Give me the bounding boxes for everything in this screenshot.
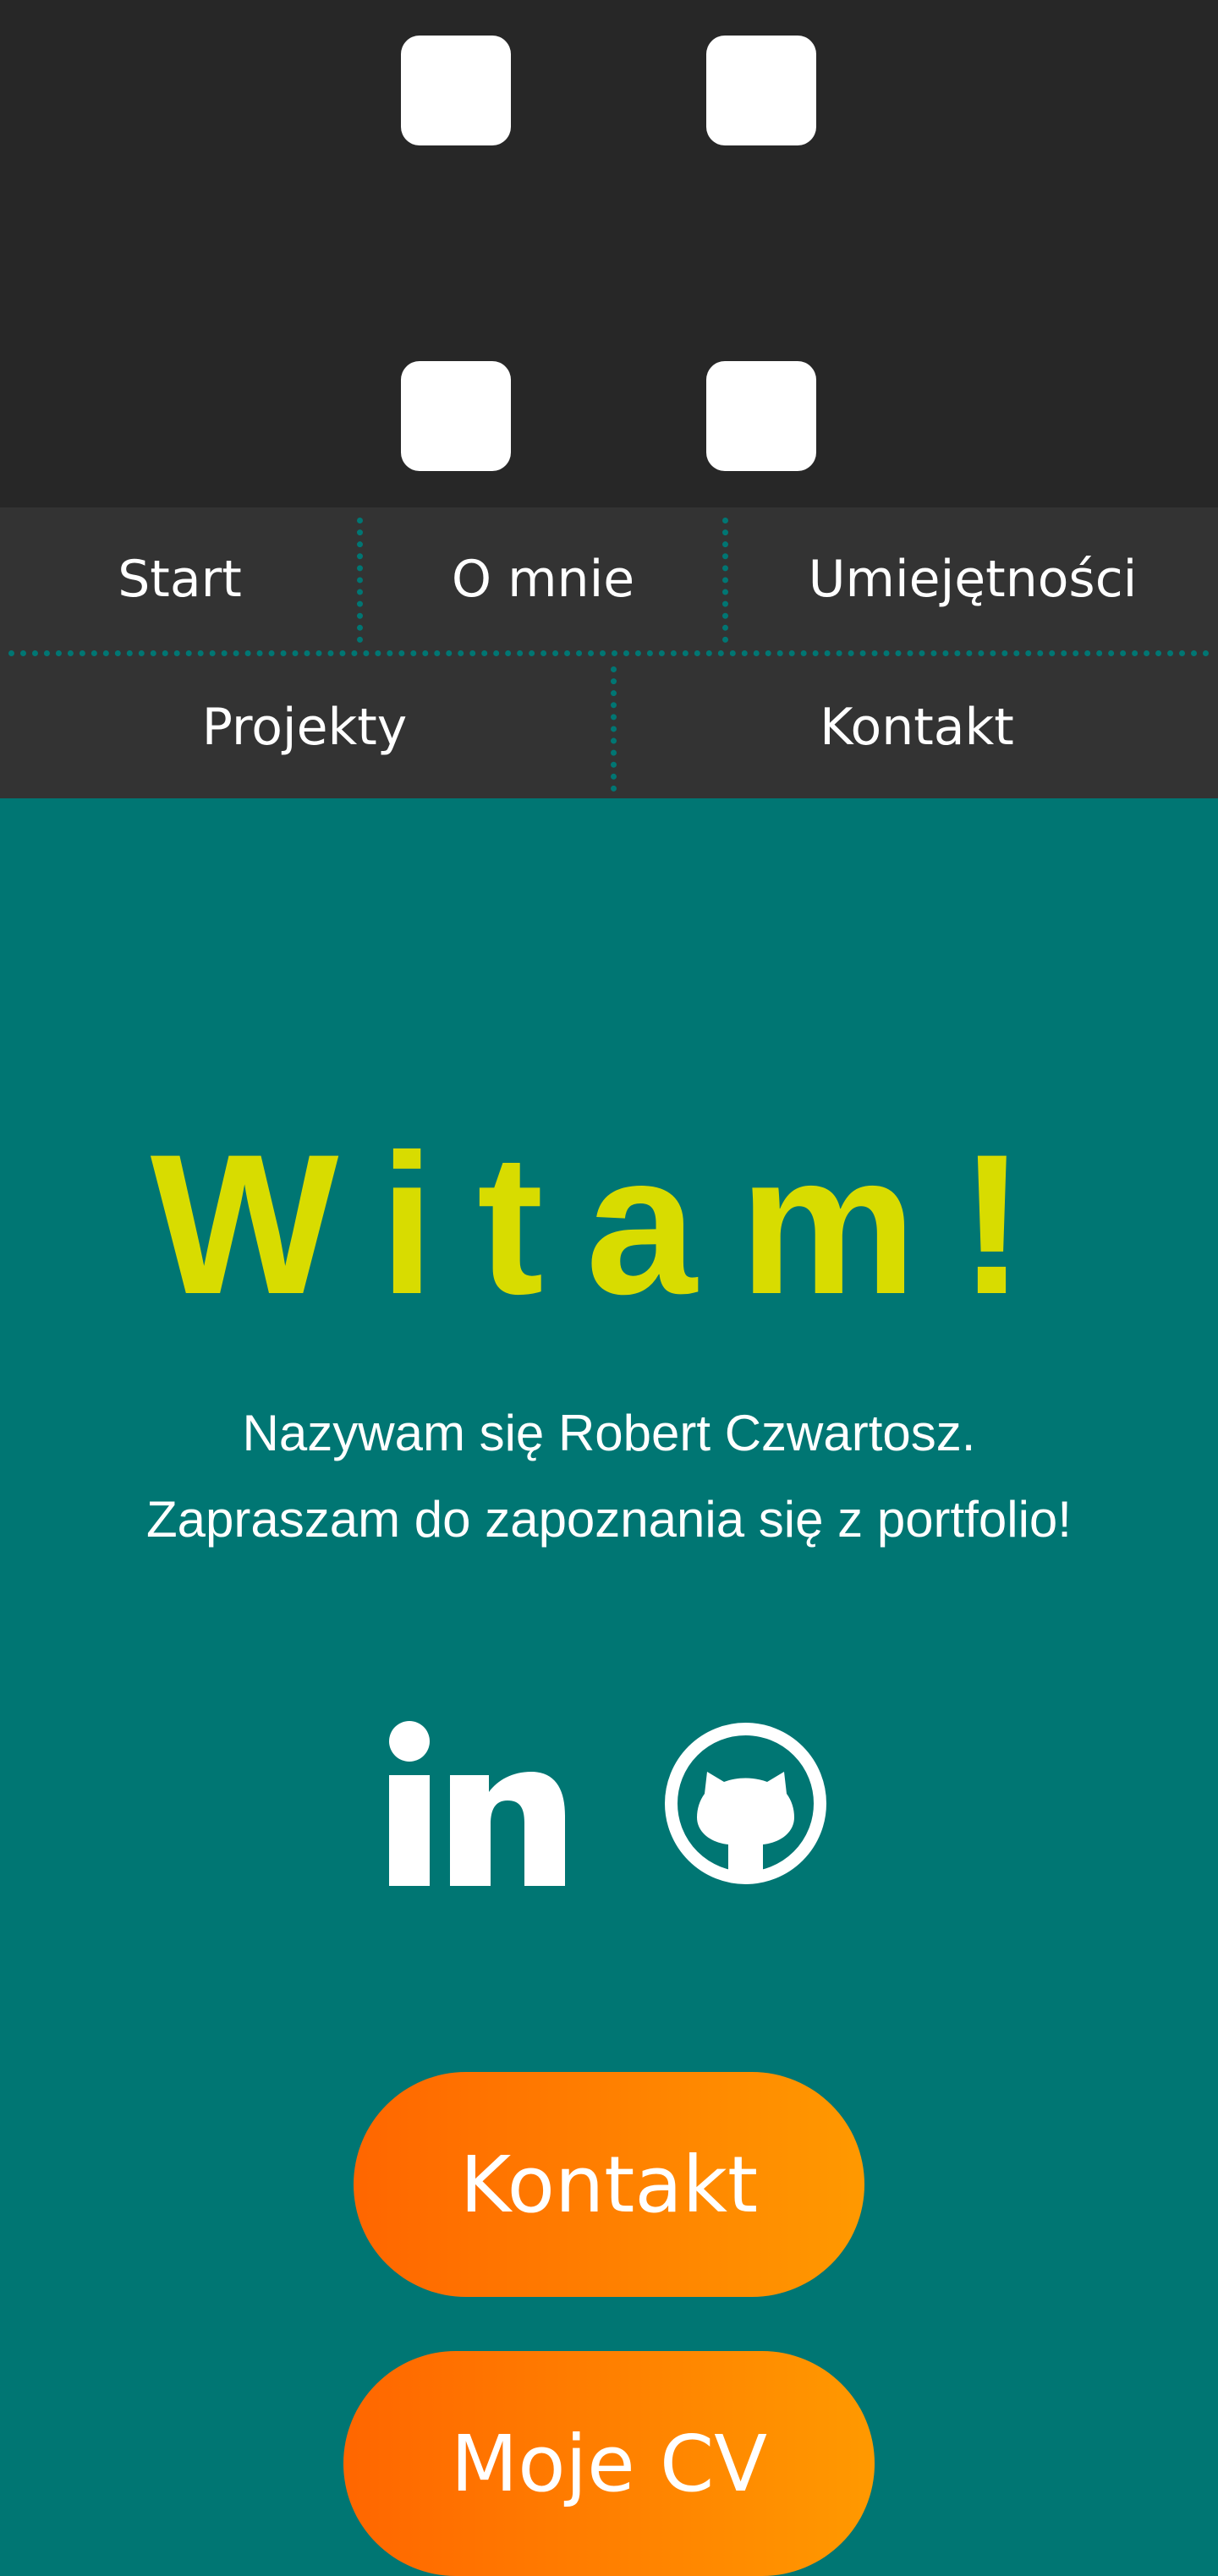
hero-title: Witam! [150, 1113, 1068, 1336]
intro-line: Nazywam się Robert Czwartosz. [242, 1405, 976, 1461]
nav-item-start[interactable]: Start [0, 507, 359, 651]
linkedin-icon[interactable] [389, 1721, 565, 1886]
github-icon[interactable] [663, 1721, 828, 1886]
cv-button[interactable]: Moje CV [343, 2351, 875, 2576]
square-tile-icon [706, 361, 816, 471]
nav-item-contact[interactable]: Kontakt [616, 656, 1218, 798]
nav-item-about[interactable]: O mnie [362, 507, 724, 651]
square-tile-icon [706, 36, 816, 145]
main-nav: Start O mnie Umiejętności Projekty Konta… [0, 507, 1218, 798]
contact-button[interactable]: Kontakt [354, 2072, 864, 2297]
header-banner [0, 0, 1218, 507]
nav-item-projects[interactable]: Projekty [0, 656, 609, 798]
square-tile-icon [401, 36, 511, 145]
nav-divider [8, 650, 1210, 656]
nav-item-skills[interactable]: Umiejętności [727, 507, 1218, 651]
square-tile-icon [401, 361, 511, 471]
intro-line: Zapraszam do zapoznania się z portfolio! [146, 1491, 1072, 1548]
